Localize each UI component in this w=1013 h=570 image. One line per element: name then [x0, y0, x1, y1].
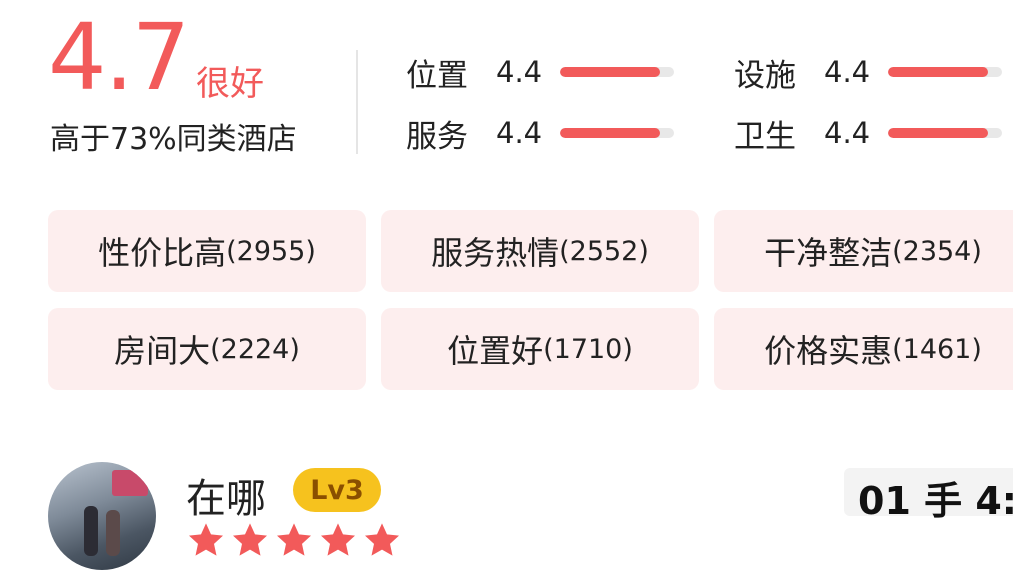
subscore-hygiene: 卫生 4.4	[734, 113, 1002, 155]
subscore-facilities: 设施 4.4	[734, 52, 1002, 94]
tag-text: 性价比高	[98, 234, 227, 272]
tag-text: 价格实惠	[764, 332, 893, 370]
avatar-sign	[112, 470, 148, 496]
tag-large-room[interactable]: 房间大 (2224)	[48, 308, 366, 390]
score-divider	[356, 50, 358, 154]
subscore-bar	[888, 67, 1002, 77]
subscore-value: 4.4	[496, 116, 543, 150]
subscore-bar	[888, 128, 1002, 138]
subscore-bar-fill	[560, 128, 661, 138]
star-icon	[365, 523, 399, 556]
tag-count: (2552)	[559, 235, 649, 267]
avatar[interactable]	[48, 462, 156, 570]
subscore-location: 位置 4.4	[406, 52, 674, 94]
avatar-figure	[106, 510, 120, 556]
tag-friendly-service[interactable]: 服务热情 (2552)	[381, 210, 699, 292]
tag-good-location[interactable]: 位置好 (1710)	[381, 308, 699, 390]
star-icon	[233, 523, 267, 556]
tag-value-for-money[interactable]: 性价比高 (2955)	[48, 210, 366, 292]
tag-text: 房间大	[114, 332, 211, 370]
review-time: 01 手 4:	[858, 479, 1013, 523]
tag-count: (2955)	[226, 235, 316, 267]
avatar-figure	[84, 506, 98, 556]
tag-text: 位置好	[447, 332, 544, 370]
star-icon	[277, 523, 311, 556]
subscore-value: 4.4	[496, 55, 543, 89]
tag-clean[interactable]: 干净整洁 (2354)	[714, 210, 1013, 292]
subscore-label: 位置	[406, 57, 468, 94]
tag-affordable[interactable]: 价格实惠 (1461)	[714, 308, 1013, 390]
reviewer-name[interactable]: 在哪	[186, 466, 266, 524]
tag-count: (1710)	[543, 333, 633, 365]
tag-count: (2224)	[210, 333, 300, 365]
tag-text: 干净整洁	[764, 234, 893, 272]
tag-count: (2354)	[892, 235, 982, 267]
subscore-service: 服务 4.4	[406, 113, 674, 155]
subscore-label: 卫生	[734, 118, 796, 155]
tag-text: 服务热情	[431, 234, 560, 272]
level-badge: Lv3	[293, 468, 381, 512]
subscore-value: 4.4	[824, 116, 871, 150]
subscore-bar-fill	[888, 128, 989, 138]
subscore-label: 设施	[734, 57, 796, 94]
subscore-bar	[560, 67, 674, 77]
subscore-bar	[560, 128, 674, 138]
overall-verdict: 很好	[196, 64, 264, 104]
star-rating	[186, 520, 402, 560]
star-icon	[321, 523, 355, 556]
subscore-bar-fill	[560, 67, 661, 77]
subscore-bar-fill	[888, 67, 989, 77]
tag-count: (1461)	[892, 333, 982, 365]
comparison-text: 高于73%同类酒店	[50, 122, 297, 157]
subscore-value: 4.4	[824, 55, 871, 89]
star-icon	[189, 523, 223, 556]
subscore-label: 服务	[406, 118, 468, 155]
overall-score: 4.7	[48, 4, 190, 111]
